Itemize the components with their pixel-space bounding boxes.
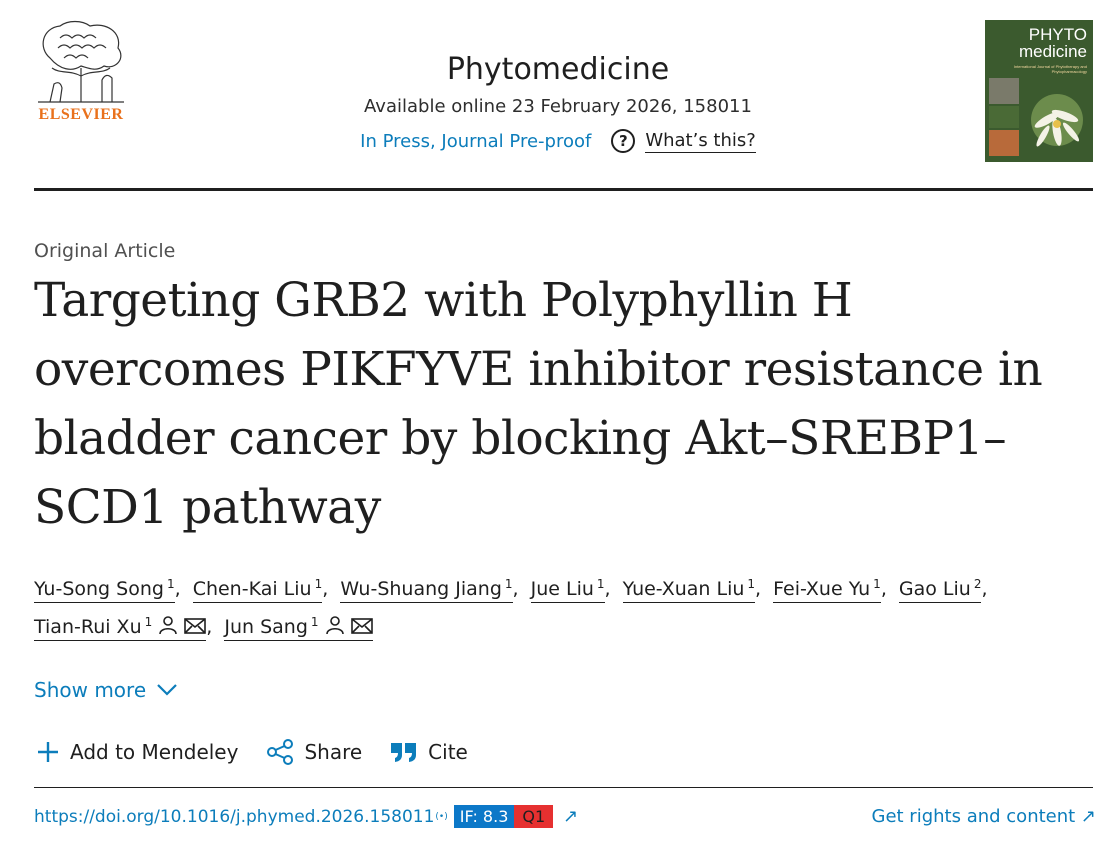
author-link[interactable]: Gao Liu 2 (898, 571, 982, 603)
article-title: Targeting GRB2 with Polyphyllin H overco… (34, 273, 1043, 535)
journal-header: Phytomedicine Available online 23 Februa… (250, 50, 866, 153)
plus-icon (38, 742, 58, 762)
share-button[interactable]: Share (266, 739, 362, 765)
quartile-badge: Q1 (514, 805, 554, 828)
author-link[interactable]: Wu-Shuang Jiang 1 (340, 571, 513, 603)
actions-divider (34, 787, 1093, 788)
cover-subtitle: International Journal of Phytotherapy an… (1013, 64, 1087, 74)
doi-link[interactable]: https://doi.org/10.1016/j.phymed.2026.15… (34, 807, 434, 827)
author-link-corresponding[interactable]: Tian-Rui Xu 1 (34, 609, 207, 641)
email-icon (350, 618, 373, 634)
author-link[interactable]: Yu-Song Song 1 (34, 571, 175, 603)
chevron-down-icon (157, 684, 177, 696)
impact-factor-badge: IF: 8.3 (453, 805, 515, 828)
show-more-button[interactable]: Show more (34, 678, 178, 702)
person-icon (159, 616, 178, 635)
elsevier-logo[interactable]: ELSEVIER (30, 18, 132, 128)
external-link-icon[interactable]: ↗ (563, 806, 578, 827)
author-link[interactable]: Chen-Kai Liu 1 (192, 571, 323, 603)
tree-icon (38, 20, 124, 103)
broadcast-icon: (•) (435, 811, 448, 822)
author-link[interactable]: Jue Liu 1 (530, 571, 605, 603)
article-type: Original Article (34, 240, 176, 262)
available-online: Available online 23 February 2026, 15801… (364, 96, 752, 117)
author-link[interactable]: Yue-Xuan Liu 1 (622, 571, 756, 603)
person-icon (325, 616, 344, 635)
journal-cover[interactable]: PHYTO medicine International Journal of … (985, 20, 1093, 162)
author-link-corresponding[interactable]: Jun Sang 1 (224, 609, 373, 641)
question-icon: ? (611, 129, 636, 153)
share-icon (267, 739, 294, 765)
cover-title-line2: medicine (1018, 42, 1087, 61)
publisher-name: ELSEVIER (38, 106, 124, 123)
cover-title: PHYTO medicine (1019, 26, 1087, 60)
journal-title-link[interactable]: Phytomedicine (250, 50, 866, 90)
share-label: Share (304, 740, 363, 764)
header-divider (34, 188, 1093, 191)
whats-this-button[interactable]: ? What’s this? (611, 129, 756, 153)
in-press-link[interactable]: In Press, Journal Pre-proof (360, 131, 591, 152)
mendeley-label: Add to Mendeley (70, 740, 239, 764)
whats-this-label: What’s this? (645, 129, 756, 153)
doi-row: https://doi.org/10.1016/j.phymed.2026.15… (34, 805, 578, 828)
show-more-label: Show more (34, 678, 147, 702)
cite-button[interactable]: Cite (390, 739, 468, 765)
article-actions: Add to Mendeley Share Cite (36, 739, 468, 765)
author-list: Yu-Song Song 1, Chen-Kai Liu 1, Wu-Shuang … (34, 570, 1104, 646)
email-icon (184, 618, 207, 634)
add-to-mendeley-button[interactable]: Add to Mendeley (36, 739, 238, 765)
quote-icon (391, 743, 417, 762)
cite-label: Cite (428, 740, 468, 764)
rights-and-content-link[interactable]: Get rights and content ↗ (872, 806, 1097, 827)
author-link[interactable]: Fei-Xue Yu 1 (773, 571, 881, 603)
